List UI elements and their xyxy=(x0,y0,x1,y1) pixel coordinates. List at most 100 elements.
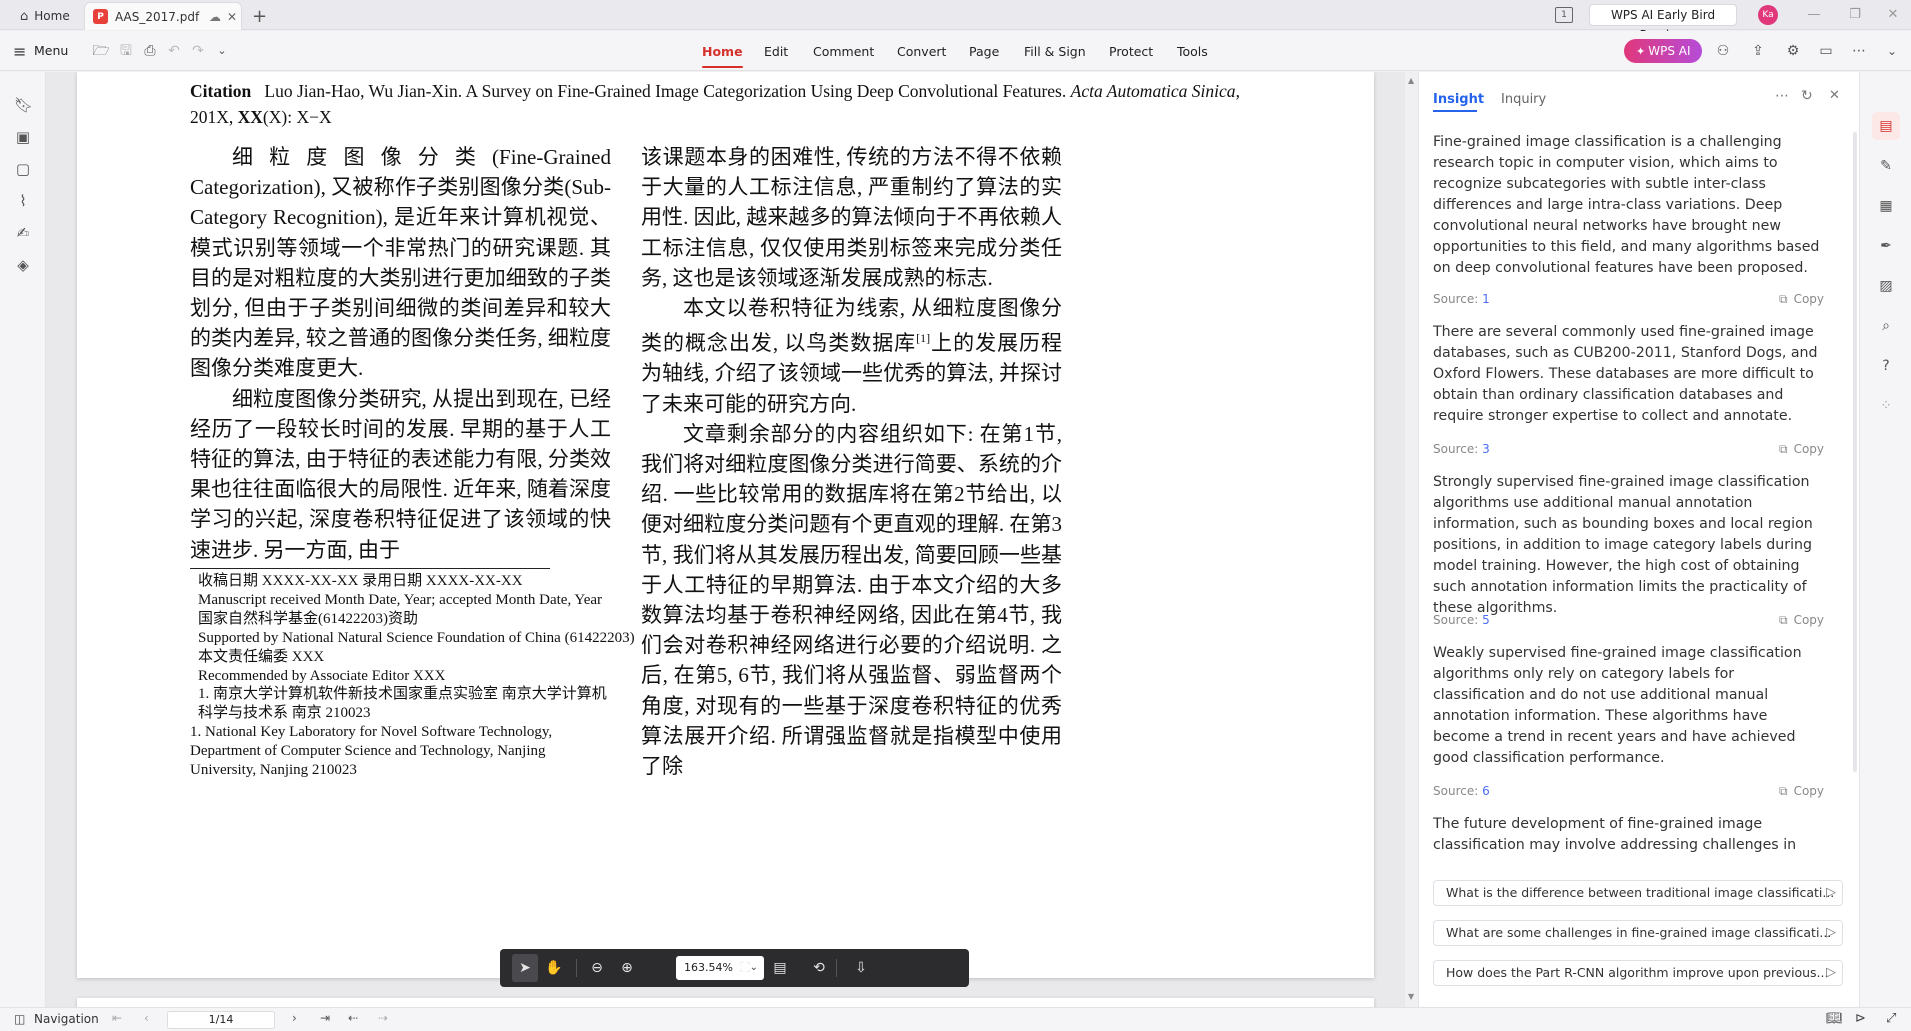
insight-source: Source: 3 xyxy=(1433,442,1490,456)
scroll-mode-icon[interactable]: ⇩ xyxy=(852,959,870,977)
document-scrollbar[interactable]: ▲ ▼ xyxy=(1405,72,1418,1007)
copy-button[interactable]: ⧉ Copy xyxy=(1779,784,1824,799)
redo-icon[interactable]: ↷ xyxy=(189,42,207,60)
citation-journal: Acta Automatica Sinica xyxy=(1070,81,1236,101)
menu-button[interactable]: Menu xyxy=(34,43,68,58)
citation-text: Luo Jian-Hao, Wu Jian-Xin. A Survey on F… xyxy=(264,81,1067,101)
reference-marker[interactable]: [1] xyxy=(916,331,930,345)
avatar[interactable]: Ka xyxy=(1758,5,1778,25)
hamburger-icon[interactable]: ≡ xyxy=(13,42,26,61)
help-icon[interactable]: ? xyxy=(1877,357,1895,375)
refresh-icon[interactable]: ↻ xyxy=(1801,88,1813,104)
suggestion-button[interactable]: What are some challenges in fine-grained… xyxy=(1433,920,1843,946)
ai-insight-icon[interactable]: ▤ xyxy=(1877,117,1895,135)
more-options-icon[interactable]: ⋯ xyxy=(1775,88,1789,104)
layers-icon[interactable]: ◈ xyxy=(14,256,32,274)
tab-comment[interactable]: Comment xyxy=(813,44,874,59)
send-icon: ▷ xyxy=(1826,925,1836,940)
comments-icon[interactable]: ▢ xyxy=(14,160,32,178)
forward-view-icon[interactable]: ⇢ xyxy=(378,1011,388,1025)
wps-ai-button[interactable]: ✦ WPS AI xyxy=(1624,39,1702,63)
archive-icon[interactable]: ▨ xyxy=(1877,277,1895,295)
thumbnail-icon[interactable]: ▣ xyxy=(14,128,32,146)
signature-icon[interactable]: ✍ xyxy=(14,224,32,242)
right-toolbar: ▤ ✎ ▦ ✒ ▨ ⌕ ? ⁘ xyxy=(1859,72,1911,1007)
restore-icon[interactable]: ❐ xyxy=(1845,5,1865,25)
tab-edit[interactable]: Edit xyxy=(764,44,788,59)
document-icon[interactable]: ▦ xyxy=(1877,197,1895,215)
apps-grid-icon[interactable]: ⁘ xyxy=(1877,397,1895,415)
back-view-icon[interactable]: ⇠ xyxy=(348,1011,358,1025)
scroll-up-icon[interactable]: ▲ xyxy=(1408,76,1414,85)
zoom-out-icon[interactable]: ⊖ xyxy=(588,959,606,977)
copy-button[interactable]: ⧉ Copy xyxy=(1779,292,1824,307)
first-page-icon[interactable]: ⇤ xyxy=(112,1011,122,1025)
tab-tools[interactable]: Tools xyxy=(1177,44,1208,59)
pen-icon[interactable]: ✒ xyxy=(1877,237,1895,255)
tab-home[interactable]: Home xyxy=(702,44,743,68)
close-window-icon[interactable]: ✕ xyxy=(1883,5,1903,25)
open-folder-icon[interactable]: 🗁 xyxy=(92,42,110,60)
single-page-icon[interactable]: ▤ xyxy=(771,959,789,977)
next-page-icon[interactable]: › xyxy=(292,1011,297,1025)
collapse-ribbon-icon[interactable]: ⌄ xyxy=(1883,42,1901,60)
tab-protect[interactable]: Protect xyxy=(1109,44,1153,59)
page-input[interactable]: 1/14 xyxy=(167,1011,275,1029)
print-icon[interactable]: ⎙ xyxy=(141,42,159,60)
source-link[interactable]: 3 xyxy=(1482,442,1490,456)
fit-page-icon[interactable]: ⛶ xyxy=(736,959,754,977)
source-link[interactable]: 5 xyxy=(1482,613,1490,627)
settings-icon[interactable]: ⚙ xyxy=(1784,42,1802,60)
attachment-icon[interactable]: ⌇ xyxy=(14,192,32,210)
insight-source: Source: 1 xyxy=(1433,292,1490,306)
right-paragraph-1: 该课题本身的困难性, 传统的方法不得不依赖于大量的人工标注信息, 严重制约了算法… xyxy=(641,145,1062,290)
user-share-icon[interactable]: ⚇ xyxy=(1714,42,1732,60)
comment-bubble-icon[interactable]: ▭ xyxy=(1817,42,1835,60)
insight-item-text: Fine-grained image classification is a c… xyxy=(1433,134,1820,276)
rotate-icon[interactable]: ⟲ xyxy=(810,959,828,977)
copy-button[interactable]: ⧉ Copy xyxy=(1779,442,1824,457)
panel-scrollbar[interactable] xyxy=(1853,132,1857,772)
suggestion-button[interactable]: What is the difference between tradition… xyxy=(1433,880,1843,906)
navigation-icon[interactable]: ◫ xyxy=(14,1012,25,1026)
tab-page[interactable]: Page xyxy=(969,44,999,59)
more-icon[interactable]: ⋯ xyxy=(1850,42,1868,60)
wps-ai-preview-button[interactable]: WPS AI Early Bird Preview xyxy=(1589,4,1737,42)
navigation-label[interactable]: Navigation xyxy=(34,1012,99,1026)
more-quick-icon[interactable]: ⌄ xyxy=(213,42,231,60)
share-icon[interactable]: ⇪ xyxy=(1749,42,1767,60)
prev-page-icon[interactable]: ‹ xyxy=(144,1011,149,1025)
edit-note-icon[interactable]: ✎ xyxy=(1877,157,1895,175)
fullscreen-icon[interactable]: ⤢ xyxy=(1886,1011,1896,1026)
close-tab-icon[interactable]: ✕ xyxy=(227,10,237,24)
tab-inquiry[interactable]: Inquiry xyxy=(1501,92,1546,107)
minimize-icon[interactable]: — xyxy=(1804,5,1824,25)
scroll-down-icon[interactable]: ▼ xyxy=(1408,992,1414,1001)
last-page-icon[interactable]: ⇥ xyxy=(320,1011,330,1025)
tab-fill-sign[interactable]: Fill & Sign xyxy=(1024,44,1086,59)
source-link[interactable]: 1 xyxy=(1482,292,1490,306)
tab-convert[interactable]: Convert xyxy=(897,44,946,59)
read-mode-icon[interactable]: 📖︎ xyxy=(1826,1011,1843,1026)
file-tab[interactable]: P AAS_2017.pdf ☁ ✕ xyxy=(84,2,242,30)
document-viewport[interactable]: Citation Luo Jian-Hao, Wu Jian-Xin. A Su… xyxy=(46,72,1405,1007)
home-tab[interactable]: ⌂ Home xyxy=(8,2,80,30)
suggestion-button[interactable]: How does the Part R-CNN algorithm improv… xyxy=(1433,960,1843,986)
zoom-in-icon[interactable]: ⊕ xyxy=(618,959,636,977)
hand-tool-icon[interactable]: ✋ xyxy=(545,959,563,977)
play-icon[interactable]: ⊳ xyxy=(1855,1011,1866,1026)
search-icon[interactable]: ⌕ xyxy=(1877,317,1895,335)
tab-insight[interactable]: Insight xyxy=(1433,92,1484,107)
source-link[interactable]: 6 xyxy=(1482,784,1490,798)
copy-icon: ⧉ xyxy=(1779,442,1788,456)
footnote-line: 收稿日期 XXXX-XX-XX 录用日期 XXXX-XX-XX xyxy=(198,573,523,589)
new-tab-button[interactable]: + xyxy=(252,2,272,30)
bookmark-icon[interactable]: 🔖︎ xyxy=(14,96,33,114)
copy-button[interactable]: ⧉ Copy xyxy=(1779,613,1824,628)
file-tab-label: AAS_2017.pdf xyxy=(115,9,200,24)
cursor-icon[interactable]: ➤ xyxy=(516,959,534,977)
save-icon[interactable]: 🖫 xyxy=(117,42,135,60)
undo-icon[interactable]: ↶ xyxy=(165,42,183,60)
close-panel-icon[interactable]: ✕ xyxy=(1829,88,1840,103)
reading-mode-icon[interactable]: 1 xyxy=(1555,7,1573,23)
